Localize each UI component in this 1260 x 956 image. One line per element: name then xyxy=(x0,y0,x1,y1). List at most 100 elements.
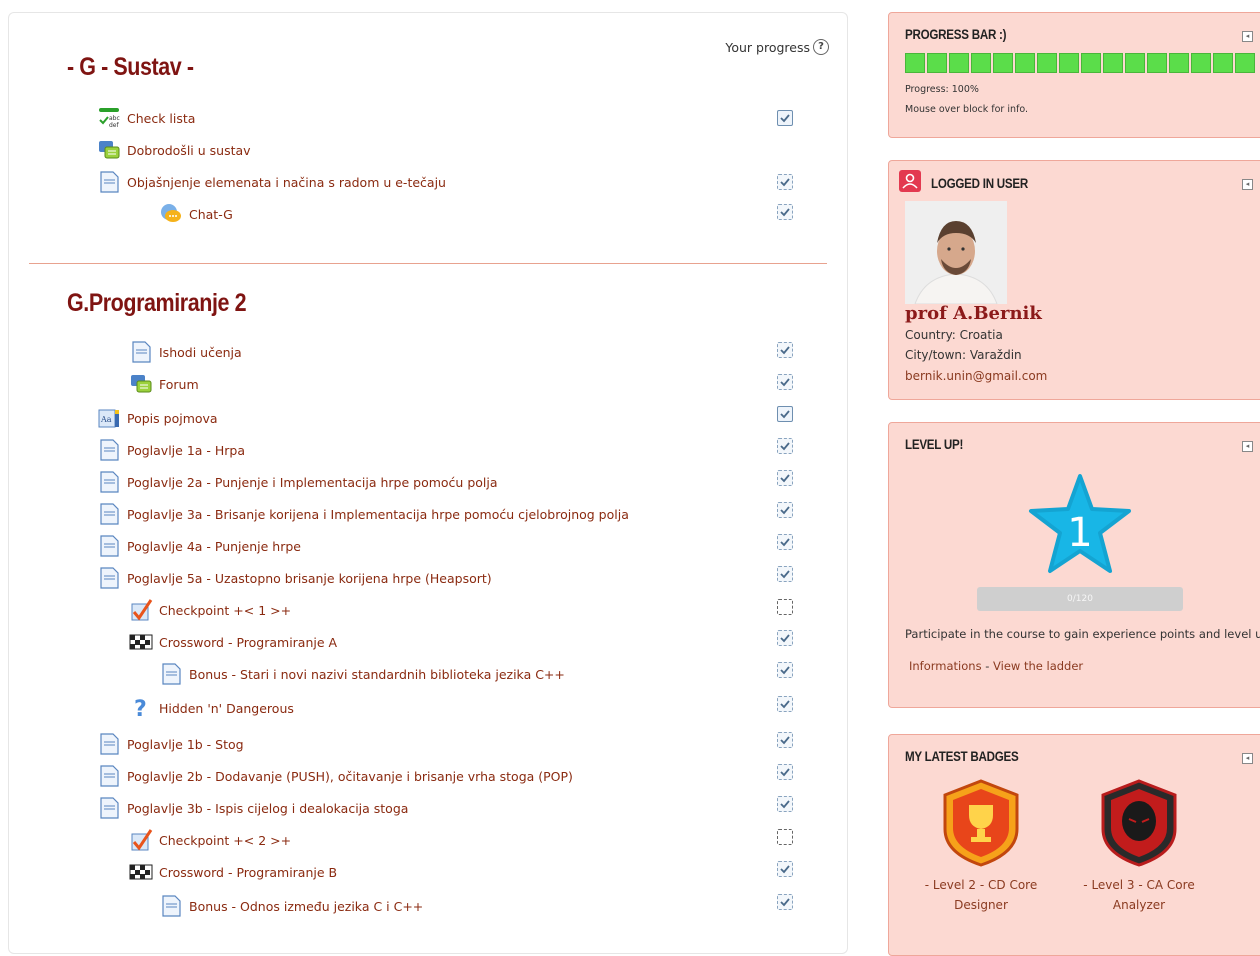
completion-checkbox[interactable] xyxy=(777,110,793,126)
activity-dobrodosli[interactable]: Dobrodošli u sustav xyxy=(97,137,251,163)
collapse-icon[interactable]: ◂ xyxy=(1242,753,1253,764)
activity-link[interactable]: Poglavlje 1b - Stog xyxy=(127,737,244,752)
activity-link[interactable]: Checkpoint +< 2 >+ xyxy=(159,833,291,848)
activity-popis-pojmova[interactable]: Aa Popis pojmova xyxy=(97,405,218,431)
activity-link[interactable]: Poglavlje 1a - Hrpa xyxy=(127,443,245,458)
activity-link[interactable]: Hidden 'n' Dangerous xyxy=(159,701,294,716)
completion-checkbox[interactable] xyxy=(777,861,793,877)
activity-link[interactable]: Bonus - Odnos između jezika C i C++ xyxy=(189,899,423,914)
activity-link[interactable]: Crossword - Programiranje A xyxy=(159,635,337,650)
level-up-block: LEVEL UP! ◂ 1 0/120 Participate in the c… xyxy=(888,422,1260,708)
completion-checkbox[interactable] xyxy=(777,696,793,712)
activity-ishodi[interactable]: Ishodi učenja xyxy=(129,339,242,365)
activity-link[interactable]: Poglavlje 4a - Punjenje hrpe xyxy=(127,539,301,554)
activity-link[interactable]: Bonus - Stari i novi nazivi standardnih … xyxy=(189,667,565,682)
activity-poglavlje-1b[interactable]: Poglavlje 1b - Stog xyxy=(97,731,244,757)
activity-hidden-dangerous[interactable]: ? Hidden 'n' Dangerous xyxy=(129,695,294,721)
activity-link[interactable]: Crossword - Programiranje B xyxy=(159,865,337,880)
activity-poglavlje-2a[interactable]: Poglavlje 2a - Punjenje i Implementacija… xyxy=(97,469,498,495)
activity-bonus-biblioteke[interactable]: Bonus - Stari i novi nazivi standardnih … xyxy=(159,661,565,687)
trophy-badge-icon[interactable] xyxy=(941,779,1021,867)
svg-text:?: ? xyxy=(134,697,147,720)
completion-checkbox[interactable] xyxy=(777,764,793,780)
activity-crossword-a[interactable]: Crossword - Programiranje A xyxy=(129,629,337,655)
activity-poglavlje-1a[interactable]: Poglavlje 1a - Hrpa xyxy=(97,437,245,463)
page-icon xyxy=(97,764,121,788)
completion-checkbox[interactable] xyxy=(777,438,793,454)
activity-poglavlje-5a[interactable]: Poglavlje 5a - Uzastopno brisanje korije… xyxy=(97,565,492,591)
activity-forum[interactable]: Forum xyxy=(129,371,199,397)
completion-checkbox[interactable] xyxy=(777,732,793,748)
completion-checkbox[interactable] xyxy=(777,204,793,220)
activity-crossword-b[interactable]: Crossword - Programiranje B xyxy=(129,859,337,885)
informations-link[interactable]: Informations xyxy=(909,659,982,673)
collapse-icon[interactable]: ◂ xyxy=(1242,179,1253,190)
activity-checkpoint-1[interactable]: Checkpoint +< 1 >+ xyxy=(129,597,291,623)
activity-link[interactable]: Checkpoint +< 1 >+ xyxy=(159,603,291,618)
activity-link[interactable]: Poglavlje 2a - Punjenje i Implementacija… xyxy=(127,475,498,490)
badge-label[interactable]: - Level 2 - CD Core Designer xyxy=(911,875,1051,915)
level-links: Informations - View the ladder xyxy=(909,659,1083,673)
collapse-icon[interactable]: ◂ xyxy=(1242,31,1253,42)
activity-link[interactable]: Popis pojmova xyxy=(127,411,218,426)
completion-checkbox[interactable] xyxy=(777,599,793,615)
checkpoint-icon xyxy=(129,828,153,852)
progress-segment xyxy=(1169,53,1189,73)
section-divider xyxy=(29,263,827,264)
completion-checkbox[interactable] xyxy=(777,174,793,190)
forum-icon xyxy=(97,138,121,162)
svg-text:def: def xyxy=(109,122,120,129)
completion-checkbox[interactable] xyxy=(777,534,793,550)
activity-link[interactable]: Check lista xyxy=(127,111,195,126)
help-icon[interactable]: ? xyxy=(813,39,829,55)
page-icon xyxy=(97,470,121,494)
completion-checkbox[interactable] xyxy=(777,829,793,845)
activity-bonus-odnos[interactable]: Bonus - Odnos između jezika C i C++ xyxy=(159,893,423,919)
progress-bar[interactable] xyxy=(905,53,1255,73)
skull-badge-icon[interactable] xyxy=(1099,779,1179,867)
user-name[interactable]: prof A.Bernik xyxy=(905,303,1042,324)
activity-check-lista[interactable]: abc def Check lista xyxy=(97,105,195,131)
avatar[interactable] xyxy=(905,201,1007,304)
activity-link[interactable]: Ishodi učenja xyxy=(159,345,242,360)
collapse-icon[interactable]: ◂ xyxy=(1242,441,1253,452)
glossary-icon: Aa xyxy=(97,406,121,430)
badge-label[interactable]: - Level 3 - CA Core Analyzer xyxy=(1069,875,1209,915)
activity-link[interactable]: Poglavlje 3b - Ispis cijelog i dealokaci… xyxy=(127,801,408,816)
completion-checkbox[interactable] xyxy=(777,342,793,358)
activity-link[interactable]: Poglavlje 2b - Dodavanje (PUSH), očitava… xyxy=(127,769,573,784)
activity-objasnjenje[interactable]: Objašnjenje elemenata i načina s radom u… xyxy=(97,169,446,195)
activity-link[interactable]: Forum xyxy=(159,377,199,392)
completion-checkbox[interactable] xyxy=(777,566,793,582)
completion-checkbox[interactable] xyxy=(777,502,793,518)
activity-link[interactable]: Chat-G xyxy=(189,207,233,222)
activity-poglavlje-3b[interactable]: Poglavlje 3b - Ispis cijelog i dealokaci… xyxy=(97,795,408,821)
progress-block: PROGRESS BAR :) ◂ Progress: 100% Mouse o… xyxy=(888,12,1260,138)
progress-text: Progress: 100% xyxy=(905,84,979,95)
block-title: LEVEL UP! xyxy=(905,437,964,452)
svg-text:abc: abc xyxy=(109,115,120,122)
activity-poglavlje-4a[interactable]: Poglavlje 4a - Punjenje hrpe xyxy=(97,533,301,559)
activity-poglavlje-2b[interactable]: Poglavlje 2b - Dodavanje (PUSH), očitava… xyxy=(97,763,573,789)
activity-checkpoint-2[interactable]: Checkpoint +< 2 >+ xyxy=(129,827,291,853)
page-icon xyxy=(159,894,183,918)
completion-checkbox[interactable] xyxy=(777,470,793,486)
completion-checkbox[interactable] xyxy=(777,662,793,678)
user-email[interactable]: bernik.unin@gmail.com xyxy=(905,369,1047,383)
activity-chat-g[interactable]: Chat-G xyxy=(159,201,233,227)
svg-text:Aa: Aa xyxy=(100,415,112,424)
activity-link[interactable]: Poglavlje 5a - Uzastopno brisanje korije… xyxy=(127,571,492,586)
activity-link[interactable]: Dobrodošli u sustav xyxy=(127,143,251,158)
completion-checkbox[interactable] xyxy=(777,630,793,646)
view-ladder-link[interactable]: View the ladder xyxy=(993,659,1083,673)
completion-checkbox[interactable] xyxy=(777,894,793,910)
completion-checkbox[interactable] xyxy=(777,374,793,390)
activity-poglavlje-3a[interactable]: Poglavlje 3a - Brisanje korijena i Imple… xyxy=(97,501,629,527)
activity-link[interactable]: Objašnjenje elemenata i načina s radom u… xyxy=(127,175,446,190)
completion-checkbox[interactable] xyxy=(777,796,793,812)
completion-checkbox[interactable] xyxy=(777,406,793,422)
page-icon xyxy=(97,534,121,558)
activity-link[interactable]: Poglavlje 3a - Brisanje korijena i Imple… xyxy=(127,507,629,522)
progress-hint: Mouse over block for info. xyxy=(905,104,1029,115)
section-title-sustav: - G - Sustav - xyxy=(67,53,194,81)
